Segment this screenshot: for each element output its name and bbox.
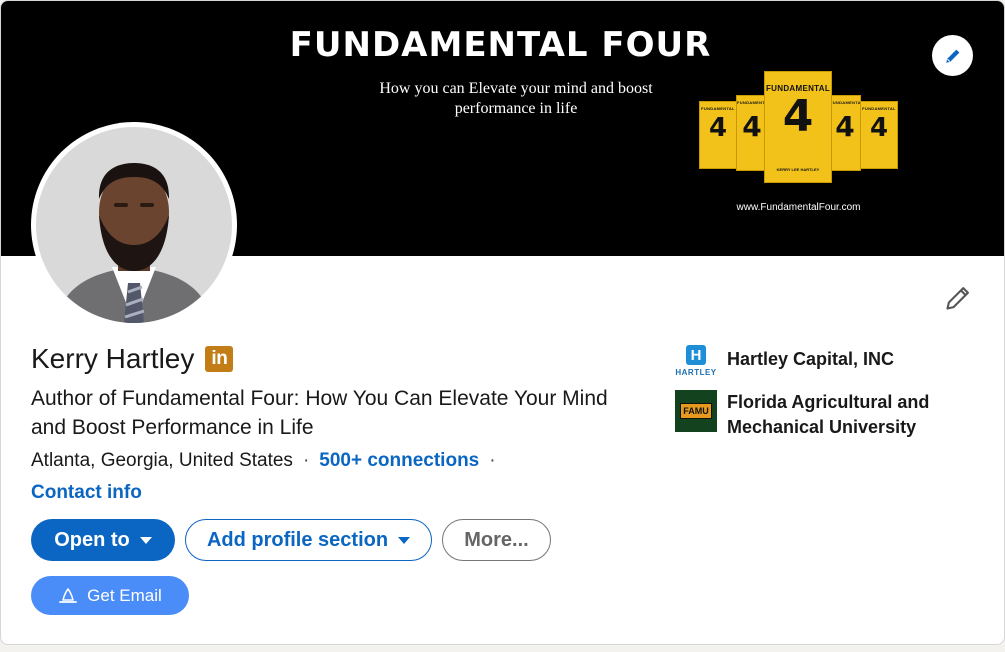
caret-down-icon (139, 536, 152, 544)
company-name: Hartley Capital, INC (727, 349, 895, 369)
profile-photo (36, 127, 232, 323)
book-cover: FUNDAMENTAL 4 (829, 95, 861, 171)
location-row: Atlanta, Georgia, United States · 500+ c… (31, 450, 506, 472)
open-to-button[interactable]: Open to (31, 519, 175, 561)
separator: · (489, 450, 496, 471)
add-section-label: Add profile section (206, 528, 389, 551)
company-logo: H HARTLEY (675, 345, 717, 377)
pencil-icon (945, 49, 959, 63)
profile-headline: Author of Fundamental Four: How You Can … (31, 387, 608, 439)
add-profile-section-button[interactable]: Add profile section (185, 519, 432, 561)
school-name: Florida Agricultural and Mechanical Univ… (727, 392, 930, 437)
profile-name: Kerry Hartley (31, 343, 195, 374)
current-company[interactable]: H HARTLEY Hartley Capital, INC (675, 340, 957, 382)
pencil-icon (946, 287, 969, 310)
edit-intro-button[interactable] (941, 281, 975, 315)
profile-avatar[interactable] (31, 122, 237, 328)
banner-title: FUNDAMENTAL FOUR (289, 25, 712, 65)
connections-link[interactable]: 500+ connections (319, 450, 479, 472)
profile-card: FUNDAMENTAL FOUR How you can Elevate you… (0, 0, 1005, 645)
banner-url: www.FundamentalFour.com (736, 202, 861, 213)
edit-cover-button[interactable] (932, 35, 973, 76)
more-button[interactable]: More... (442, 519, 551, 561)
bell-icon (59, 587, 78, 603)
contact-info-link[interactable]: Contact info (31, 482, 142, 504)
school-logo: FAMU (675, 390, 717, 432)
caret-down-icon (398, 536, 411, 544)
open-to-label: Open to (54, 528, 130, 551)
get-email-label: Get Email (87, 585, 162, 605)
book-cover: FUNDAMENTAL 4 (699, 101, 737, 169)
banner-subtitle: How you can Elevate your mind and boost … (379, 80, 653, 117)
book-cover-main: FUNDAMENTAL 4 KERRY LEE HARTLEY (764, 71, 832, 183)
get-email-button[interactable]: Get Email (31, 576, 189, 615)
linkedin-badge-icon[interactable]: in (205, 346, 234, 372)
book-cover: FUNDAMENTAL 4 (860, 101, 898, 169)
profile-location: Atlanta, Georgia, United States (31, 450, 293, 471)
education-school[interactable]: FAMU Florida Agricultural and Mechanical… (675, 390, 957, 440)
more-label: More... (464, 528, 529, 551)
name-row: Kerry Hartley in (31, 339, 234, 379)
separator: · (302, 450, 310, 471)
